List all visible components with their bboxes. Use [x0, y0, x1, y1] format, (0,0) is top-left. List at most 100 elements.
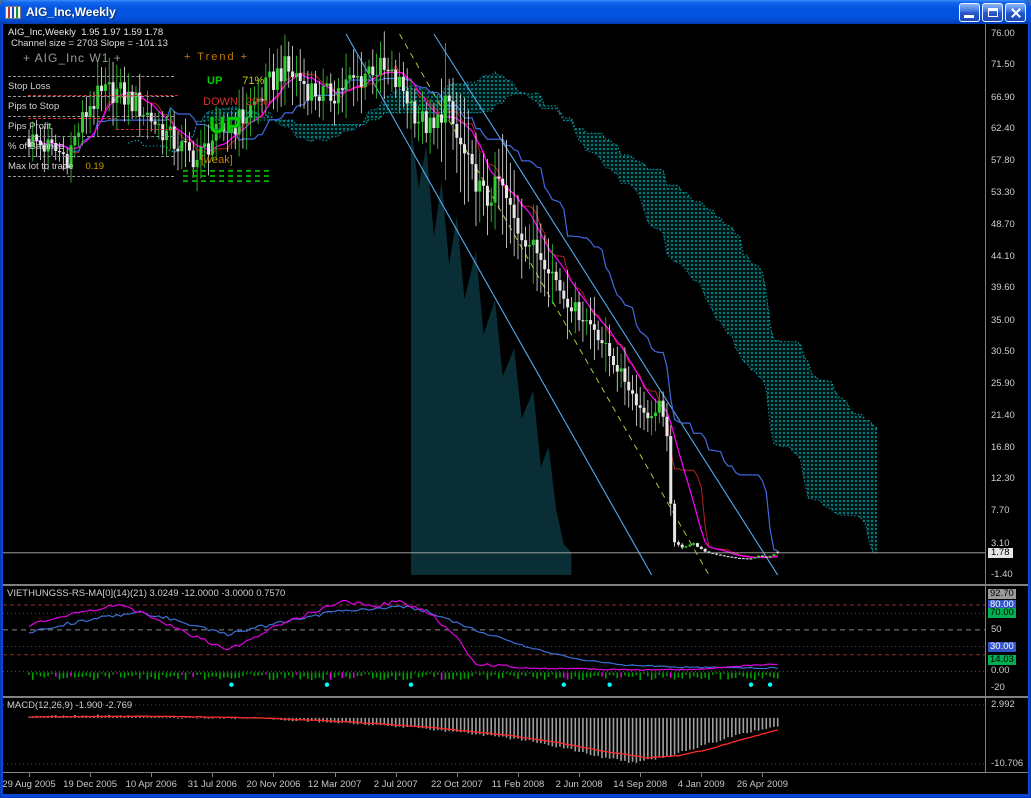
candle-body: [623, 368, 626, 381]
macd-pane[interactable]: 2.992-10.706 MACD(12,26,9) -1.900 -2.769: [3, 698, 1028, 772]
rs-hist-bar: [418, 672, 420, 677]
candle-body: [738, 558, 741, 559]
rs-hist-bar: [704, 672, 706, 677]
candle-body: [364, 74, 367, 87]
candle-body: [532, 240, 535, 245]
candle-body: [410, 101, 413, 103]
rs-indicator-canvas[interactable]: [3, 586, 985, 696]
candle-body: [406, 91, 409, 103]
candle-body: [444, 96, 447, 123]
candle-body: [333, 101, 336, 104]
rs-hist-bar: [383, 672, 385, 679]
rs-hist-bar: [395, 672, 397, 680]
close-button[interactable]: [1005, 3, 1026, 22]
rs-hist-bar: [697, 672, 699, 677]
macd-hist-bar: [357, 718, 359, 725]
time-axis-tick: [151, 773, 152, 777]
candle-body: [341, 88, 344, 90]
candle-body: [746, 558, 749, 559]
candle-body: [276, 68, 279, 90]
candle-body: [723, 555, 726, 556]
rs-indicator-pane[interactable]: 92.7080.0070.005030.0014.030.00-20 VIETH…: [3, 586, 1028, 696]
candle-body: [295, 73, 298, 77]
rs-hist-bar: [532, 672, 534, 677]
rs-hist-bar: [548, 672, 550, 677]
candle-body: [318, 96, 321, 100]
rs-hist-bar: [162, 672, 164, 675]
restore-button[interactable]: [982, 3, 1003, 22]
rs-hist-bar: [639, 672, 641, 680]
rs-hist-bar: [387, 672, 389, 678]
candle-body: [425, 111, 428, 133]
macd-canvas[interactable]: [3, 698, 985, 772]
rs-hist-bar: [158, 672, 160, 679]
macd-header: MACD(12,26,9) -1.900 -2.769: [7, 700, 132, 711]
rs-signal-dot: [229, 682, 233, 686]
rs-hist-bar: [590, 672, 592, 677]
window-titlebar[interactable]: AIG_Inc,Weekly: [0, 0, 1031, 24]
rs-hist-bar: [66, 672, 68, 677]
rs-hist-bar: [544, 672, 546, 679]
macd-hist-bar: [727, 718, 729, 737]
rs-hist-bar: [601, 672, 603, 676]
candle-body: [176, 149, 179, 152]
candle-body: [379, 58, 382, 75]
price-scale-label: 48.70: [991, 220, 1015, 230]
rs-hist-bar: [353, 672, 355, 677]
rs-hist-bar: [334, 672, 336, 677]
rs-hist-bar: [349, 672, 351, 678]
candle-body: [299, 73, 302, 81]
candle-body: [665, 417, 668, 436]
time-axis-tick: [90, 773, 91, 777]
candle-body: [367, 67, 370, 74]
candle-body: [402, 77, 405, 91]
macd-hist-bar: [670, 718, 672, 756]
macd-hist-bar: [338, 718, 340, 724]
candle-body: [360, 76, 363, 87]
rs-hist-bar: [727, 672, 729, 679]
macd-hist-bar: [693, 718, 695, 750]
time-axis-tick: [762, 773, 763, 777]
rs-hist-bar: [32, 672, 34, 679]
candle-body: [516, 218, 519, 234]
symbol-watermark: + AIG_Inc W1 +: [23, 51, 122, 65]
rs-hist-bar: [758, 672, 760, 675]
chart-workspace: 76.0071.5066.9062.4057.8053.3048.7044.10…: [3, 24, 1028, 794]
stop-level-dash-2: [28, 118, 116, 119]
candle-body: [585, 320, 588, 321]
macd-scale[interactable]: 2.992-10.706: [985, 698, 1028, 772]
main-price-scale[interactable]: 76.0071.5066.9062.4057.8053.3048.7044.10…: [985, 24, 1028, 584]
candle-body: [314, 83, 317, 96]
rs-hist-bar: [712, 672, 714, 674]
rs-signal-dot: [768, 682, 772, 686]
macd-hist-bar: [762, 718, 764, 730]
rs-hist-bar: [429, 672, 431, 673]
panel-row-pct-balance: % of Balance: [8, 137, 174, 157]
minimize-button[interactable]: [959, 3, 980, 22]
rs-scale-label: 92.70: [988, 589, 1016, 599]
candle-body: [455, 124, 458, 138]
candle-body: [650, 416, 653, 418]
rs-hist-bar: [227, 672, 229, 677]
candle-body: [417, 122, 420, 124]
macd-hist-bar: [739, 718, 741, 734]
main-chart-pane[interactable]: 76.0071.5066.9062.4057.8053.3048.7044.10…: [3, 24, 1028, 584]
time-axis[interactable]: 29 Aug 200519 Dec 200510 Apr 200631 Jul …: [3, 772, 1028, 794]
time-axis-label: 20 Nov 2006: [247, 779, 301, 790]
macd-hist-bar: [662, 718, 664, 758]
candle-body: [494, 176, 497, 202]
rs-indicator-scale[interactable]: 92.7080.0070.005030.0014.030.00-20: [985, 586, 1028, 696]
macd-hist-bar: [571, 718, 573, 749]
price-scale-label: -1.40: [991, 570, 1013, 580]
price-scale-label: 71.50: [991, 60, 1015, 70]
macd-hist-bar: [567, 718, 569, 748]
max-lot-value: 0.19: [85, 161, 104, 172]
panel-row-stop-loss: Stop Loss: [8, 77, 174, 97]
rs-hist-bar: [315, 672, 317, 678]
macd-hist-bar: [754, 718, 756, 730]
macd-hist-bar: [330, 718, 332, 723]
rs-signal-dot: [607, 682, 611, 686]
candle-body: [471, 154, 474, 164]
time-axis-tick: [579, 773, 580, 777]
macd-hist-bar: [212, 718, 214, 719]
